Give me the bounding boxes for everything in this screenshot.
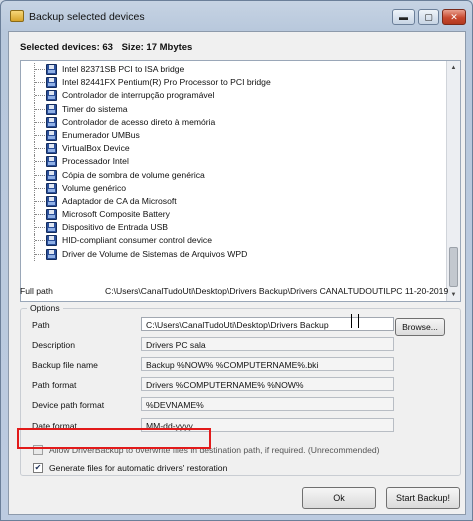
list-item[interactable]: Enumerador UMBus — [29, 128, 447, 143]
full-path-value: C:\Users\CanalTudoUti\Desktop\Drivers Ba… — [105, 286, 449, 296]
scroll-up-arrow-icon[interactable]: ▲ — [447, 61, 460, 74]
tree-branch — [35, 95, 45, 97]
tree-branch — [35, 121, 45, 123]
device-name: Controlador de interrupção programável — [62, 90, 215, 101]
selected-devices-count: Selected devices: 63 — [20, 42, 113, 53]
tree-branch — [35, 240, 45, 242]
list-item[interactable]: Intel 82441FX Pentium(R) Pro Processor t… — [29, 76, 447, 90]
full-path-label: Full path — [20, 286, 53, 296]
scroll-thumb[interactable] — [449, 247, 458, 287]
auto-restore-label: Generate files for automatic drivers' re… — [49, 463, 228, 473]
backup-file-name-label: Backup file name — [32, 360, 98, 370]
floppy-disk-icon — [46, 143, 57, 155]
selected-size: Size: 17 Mbytes — [121, 42, 193, 53]
folder-icon — [10, 10, 24, 22]
list-item[interactable]: Dispositivo de Entrada USB — [29, 221, 447, 235]
tree-branch — [35, 214, 45, 216]
start-backup-button[interactable]: Start Backup! — [386, 487, 460, 509]
path-format-label: Path format — [32, 380, 77, 390]
backup-window: Backup selected devices ▬ ▢ ✕ Selected d… — [0, 0, 473, 521]
description-input[interactable]: Drivers PC sala — [141, 337, 394, 351]
minimize-button[interactable]: ▬ — [392, 9, 415, 25]
floppy-disk-icon — [46, 209, 57, 221]
device-name: Processador Intel — [62, 156, 129, 167]
browse-button[interactable]: Browse... — [395, 318, 445, 336]
device-name: Intel 82441FX Pentium(R) Pro Processor t… — [62, 77, 271, 88]
floppy-disk-icon — [46, 64, 57, 75]
title-bar[interactable]: Backup selected devices ▬ ▢ ✕ — [1, 1, 472, 31]
tree-branch — [35, 82, 45, 84]
device-name: Driver de Volume de Sistemas de Arquivos… — [62, 248, 248, 259]
device-name: HID-compliant consumer control device — [62, 235, 212, 246]
tree-branch — [35, 253, 45, 255]
list-item[interactable]: Cópia de sombra de volume genérica — [29, 168, 447, 182]
options-legend: Options — [27, 303, 63, 313]
auto-restore-option[interactable]: ✔ Generate files for automatic drivers' … — [33, 463, 227, 473]
list-item[interactable]: Intel 82371SB PCI to ISA bridge — [29, 63, 447, 77]
device-name: Timer do sistema — [62, 103, 128, 114]
floppy-disk-icon — [46, 116, 57, 128]
description-label: Description — [32, 340, 75, 350]
device-list-items: Intel 82371SB PCI to ISA bridge Intel 824… — [29, 63, 447, 261]
device-list[interactable]: Intel 82371SB PCI to ISA bridge Intel 824… — [20, 60, 461, 302]
floppy-disk-icon — [46, 222, 57, 234]
device-name: Microsoft Composite Battery — [62, 209, 170, 220]
device-name: Controlador de acesso direto à memória — [62, 116, 216, 127]
device-name: Dispositivo de Entrada USB — [62, 222, 169, 233]
device-name: Enumerador UMBus — [62, 129, 140, 140]
device-name: Volume genérico — [62, 182, 127, 193]
tree-branch — [35, 161, 45, 163]
device-path-format-input[interactable]: %DEVNAME% — [141, 397, 394, 411]
list-item[interactable]: Driver de Volume de Sistemas de Arquivos… — [29, 247, 447, 261]
floppy-disk-icon — [46, 248, 57, 260]
backup-file-name-input[interactable]: Backup %NOW% %COMPUTERNAME%.bki — [141, 357, 394, 371]
device-name: Cópia de sombra de volume genérica — [62, 169, 205, 180]
tree-branch — [35, 134, 45, 136]
list-item[interactable]: Controlador de interrupção programável — [29, 89, 447, 103]
floppy-disk-icon — [46, 169, 57, 181]
tree-branch — [35, 187, 45, 189]
device-name: VirtualBox Device — [62, 143, 130, 154]
list-item[interactable]: Controlador de acesso direto à memória — [29, 115, 447, 129]
floppy-disk-icon — [46, 195, 57, 207]
highlight-annotation — [17, 428, 211, 449]
tree-branch — [35, 227, 45, 229]
floppy-disk-icon — [46, 103, 57, 115]
floppy-disk-icon — [46, 182, 57, 194]
list-item[interactable]: Timer do sistema — [29, 102, 447, 116]
selection-summary: Selected devices: 63 Size: 17 Mbytes — [20, 42, 198, 53]
device-path-format-label: Device path format — [32, 400, 105, 410]
floppy-disk-icon — [46, 156, 57, 168]
path-format-input[interactable]: Drivers %COMPUTERNAME% %NOW% — [141, 377, 394, 391]
list-item[interactable]: Microsoft Composite Battery — [29, 208, 447, 222]
floppy-disk-icon — [46, 77, 57, 89]
list-item[interactable]: VirtualBox Device — [29, 142, 447, 156]
floppy-disk-icon — [46, 90, 57, 102]
tree-branch — [35, 108, 45, 110]
vertical-scrollbar[interactable]: ▲ ▼ — [446, 61, 460, 301]
list-item[interactable]: Volume genérico — [29, 181, 447, 195]
list-item[interactable]: HID-compliant consumer control device — [29, 234, 447, 248]
ok-button[interactable]: Ok — [302, 487, 376, 509]
tree-branch — [35, 200, 45, 202]
device-name: Intel 82371SB PCI to ISA bridge — [62, 64, 185, 74]
scroll-down-arrow-icon[interactable]: ▼ — [447, 288, 460, 301]
close-button[interactable]: ✕ — [442, 9, 466, 25]
tree-branch — [35, 174, 45, 176]
window-title: Backup selected devices — [29, 11, 145, 23]
tree-branch — [35, 148, 45, 150]
list-item[interactable]: Processador Intel — [29, 155, 447, 169]
floppy-disk-icon — [46, 129, 57, 141]
floppy-disk-icon — [46, 235, 57, 247]
auto-restore-checkbox[interactable]: ✔ — [33, 463, 43, 473]
list-item[interactable]: Adaptador de CA da Microsoft — [29, 194, 447, 209]
tree-branch — [35, 69, 45, 70]
path-label: Path — [32, 320, 50, 330]
device-name: Adaptador de CA da Microsoft — [62, 195, 177, 206]
text-cursor-icon — [351, 314, 359, 328]
maximize-button[interactable]: ▢ — [418, 9, 439, 25]
